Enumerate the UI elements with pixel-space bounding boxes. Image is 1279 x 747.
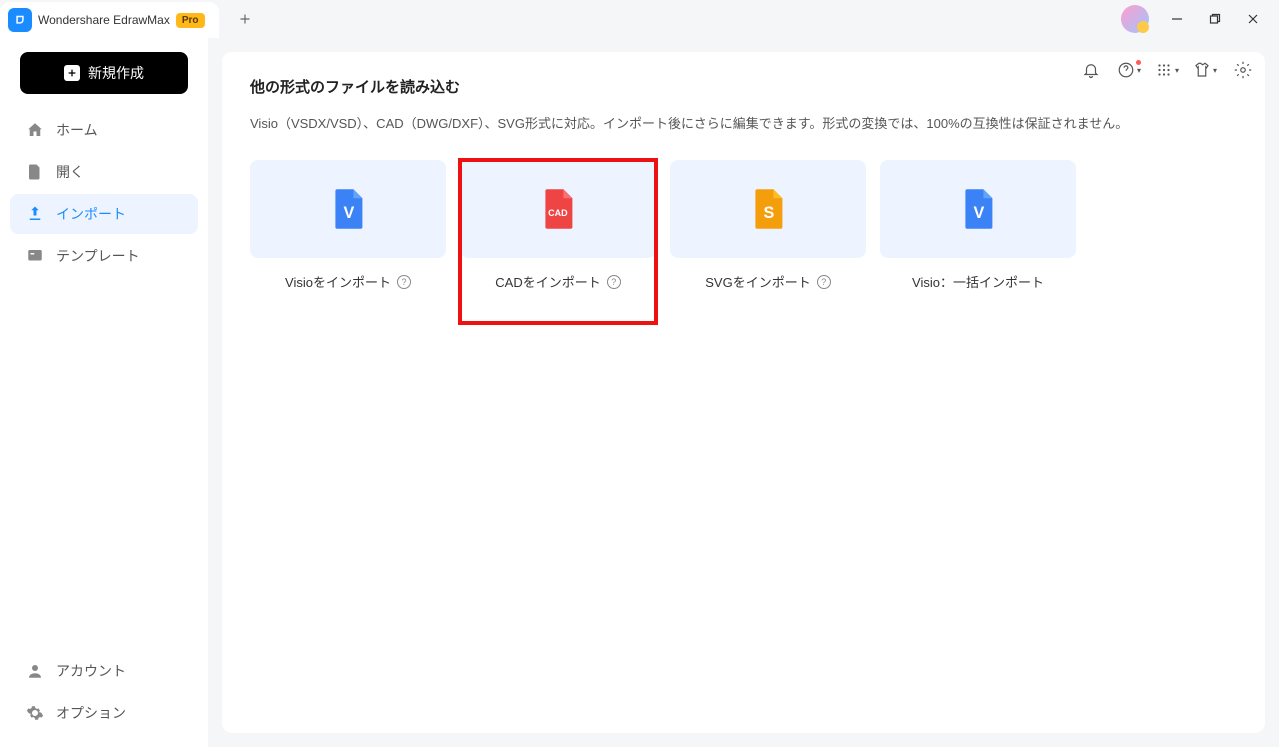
new-file-button[interactable]: 新規作成 xyxy=(20,52,188,94)
import-card-visio-batch[interactable]: V Visio：一括インポート xyxy=(880,160,1076,323)
sidebar-item-open[interactable]: 開く xyxy=(10,152,198,192)
gear-icon xyxy=(26,704,44,722)
svg-text:V: V xyxy=(344,204,355,222)
app-title: Wondershare EdrawMax xyxy=(38,13,170,27)
titlebar-left: Wondershare EdrawMax Pro xyxy=(0,0,259,38)
import-card-svg[interactable]: S SVGをインポート? xyxy=(670,160,866,323)
sidebar-item-home[interactable]: ホーム xyxy=(10,110,198,150)
content: ▾ ▾ ▾ 他の形式のファイルを読み込む Visio（VSDX/VSD）、CAD… xyxy=(208,38,1279,747)
sidebar-bottom: アカウント オプション xyxy=(10,651,198,733)
shirt-icon[interactable]: ▾ xyxy=(1193,58,1217,82)
bell-icon[interactable] xyxy=(1079,58,1103,82)
notification-dot-icon xyxy=(1136,60,1141,65)
card-thumb: CAD xyxy=(460,160,656,258)
sidebar-item-account[interactable]: アカウント xyxy=(10,651,198,691)
titlebar-right xyxy=(1121,5,1271,33)
question-icon[interactable]: ? xyxy=(607,275,621,289)
close-button[interactable] xyxy=(1235,5,1271,33)
card-thumb: S xyxy=(670,160,866,258)
question-icon[interactable]: ? xyxy=(817,275,831,289)
sidebar-item-label: 開く xyxy=(56,162,84,182)
sidebar-item-template[interactable]: テンプレート xyxy=(10,236,198,276)
svg-text:CAD: CAD xyxy=(548,208,568,218)
page-description: Visio（VSDX/VSD）、CAD（DWG/DXF）、SVG形式に対応。イン… xyxy=(250,113,1237,132)
file-icon xyxy=(26,163,44,181)
card-label-row: Visio：一括インポート xyxy=(880,272,1076,291)
card-label-row: SVGをインポート? xyxy=(670,272,866,291)
sidebar-item-label: インポート xyxy=(56,204,126,224)
maximize-button[interactable] xyxy=(1197,5,1233,33)
app-tab[interactable]: Wondershare EdrawMax Pro xyxy=(0,2,219,38)
card-label: CADをインポート xyxy=(495,272,600,291)
import-cards-row: V Visioをインポート? CAD CADをインポート? S SVGをインポート? V Vi… xyxy=(250,160,1237,323)
import-card-cad[interactable]: CAD CADをインポート? xyxy=(460,160,656,323)
card-thumb: V xyxy=(880,160,1076,258)
card-thumb: V xyxy=(250,160,446,258)
sidebar-item-options[interactable]: オプション xyxy=(10,693,198,733)
new-file-label: 新規作成 xyxy=(88,63,144,83)
card-label: Visio：一括インポート xyxy=(912,272,1044,291)
card-label: SVGをインポート xyxy=(705,272,810,291)
help-icon[interactable]: ▾ xyxy=(1117,58,1141,82)
content-panel: 他の形式のファイルを読み込む Visio（VSDX/VSD）、CAD（DWG/D… xyxy=(222,52,1265,733)
sidebar-item-label: アカウント xyxy=(56,661,126,681)
sidebar-item-label: ホーム xyxy=(56,120,98,140)
template-icon xyxy=(26,247,44,265)
top-toolbar: ▾ ▾ ▾ xyxy=(1079,58,1255,82)
minimize-button[interactable] xyxy=(1159,5,1195,33)
home-icon xyxy=(26,121,44,139)
svg-text:V: V xyxy=(974,204,985,222)
import-icon xyxy=(26,205,44,223)
card-label: Visioをインポート xyxy=(285,272,391,291)
settings-icon[interactable] xyxy=(1231,58,1255,82)
titlebar: Wondershare EdrawMax Pro xyxy=(0,0,1279,38)
apps-icon[interactable]: ▾ xyxy=(1155,58,1179,82)
main-area: 新規作成 ホーム 開く インポート xyxy=(0,38,1279,747)
sidebar-item-import[interactable]: インポート xyxy=(10,194,198,234)
user-avatar[interactable] xyxy=(1121,5,1149,33)
sidebar-item-label: オプション xyxy=(56,703,126,723)
question-icon[interactable]: ? xyxy=(397,275,411,289)
card-label-row: Visioをインポート? xyxy=(250,272,446,291)
plus-icon xyxy=(64,65,80,81)
sidebar-nav: ホーム 開く インポート テンプレート xyxy=(10,110,198,651)
import-card-visio[interactable]: V Visioをインポート? xyxy=(250,160,446,323)
sidebar: 新規作成 ホーム 開く インポート xyxy=(0,38,208,747)
account-icon xyxy=(26,662,44,680)
sidebar-item-label: テンプレート xyxy=(56,246,140,266)
card-label-row: CADをインポート? xyxy=(460,272,656,291)
app-logo-icon xyxy=(8,8,32,32)
svg-text:S: S xyxy=(764,204,775,222)
pro-badge: Pro xyxy=(176,13,205,28)
new-tab-button[interactable] xyxy=(231,5,259,33)
